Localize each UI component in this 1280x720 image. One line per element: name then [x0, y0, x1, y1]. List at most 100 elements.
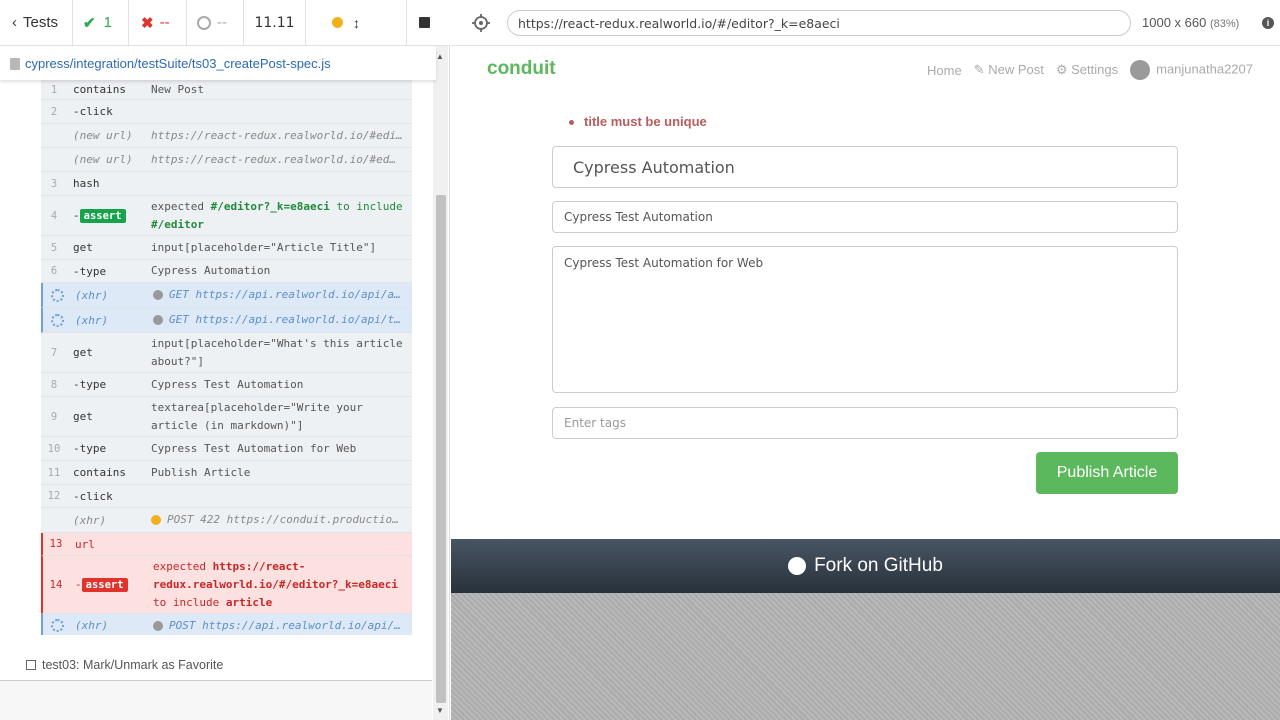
command-message: input[placeholder="Article Title"]	[151, 240, 377, 254]
status-dot-icon	[151, 515, 161, 525]
command-message: expected #/editor?_k=e8aeci to include #…	[151, 198, 406, 234]
nav-home[interactable]: Home	[927, 63, 962, 78]
article-title-input[interactable]: Cypress Automation	[552, 146, 1178, 188]
command-row[interactable]: 6 -type Cypress Automation	[41, 260, 412, 283]
command-message: expected https://react-redux.realworld.i…	[153, 558, 406, 612]
pending-count: --	[187, 0, 244, 46]
status-dot-icon	[153, 290, 163, 300]
xhr-url: POST https://api.realworld.io/api/…	[169, 618, 401, 632]
command-row[interactable]: 4 - assert expected #/editor?_k=e8aeci to…	[41, 196, 412, 236]
command-message: POST https://api.realworld.io/api/…	[153, 617, 401, 635]
command-row[interactable]: 2 -click	[41, 100, 412, 124]
command-name: get	[73, 346, 93, 359]
url-bar[interactable]: https://react-redux.realworld.io/#/edito…	[507, 10, 1131, 36]
command-message: https://react-redux.realworld.io/#ed…	[151, 152, 397, 166]
tags-input[interactable]: Enter tags	[552, 407, 1178, 439]
article-about-input[interactable]: Cypress Test Automation	[552, 201, 1178, 233]
chevron-left-icon: ‹	[12, 14, 17, 31]
command-row[interactable]: 3 hash	[41, 172, 412, 196]
command-number: 12	[47, 490, 61, 502]
command-name: -click	[73, 105, 113, 118]
viewport-background	[451, 593, 1280, 720]
command-message: GET https://api.realworld.io/api/t…	[153, 311, 401, 329]
viewport-size: 1000 x 660	[1142, 15, 1207, 30]
command-name: -type	[73, 378, 107, 391]
fork-on-github-banner[interactable]: Fork on GitHub	[451, 539, 1280, 593]
info-icon[interactable]: i	[1262, 17, 1274, 29]
spec-path[interactable]: cypress/integration/testSuite/ts03_creat…	[0, 47, 436, 80]
command-name: contains	[73, 83, 126, 96]
command-message: https://react-redux.realworld.io/#edi…	[151, 128, 403, 142]
reporter-footer	[0, 680, 432, 720]
scrollbar-thumb[interactable]	[436, 195, 446, 703]
spinner-icon	[51, 313, 64, 327]
nav-settings[interactable]: ⚙ Settings	[1056, 62, 1118, 78]
command-row[interactable]: 7 get input[placeholder="What's this art…	[41, 333, 412, 373]
command-row[interactable]: (xhr) POST https://api.realworld.io/api/…	[41, 614, 412, 635]
command-row[interactable]: 11 contains Publish Article	[41, 461, 412, 485]
scroll-down-icon[interactable]: ▼	[436, 706, 444, 715]
assert-value: article	[225, 595, 273, 609]
command-row[interactable]: 10 -type Cypress Test Automation for Web	[41, 437, 412, 461]
command-row[interactable]: (new url) https://react-redux.realworld.…	[41, 124, 412, 148]
command-number: 3	[50, 177, 58, 190]
test-title: test03: Mark/Unmark as Favorite	[42, 658, 224, 672]
passed-value: 1	[103, 14, 112, 31]
command-row[interactable]: (xhr) GET https://api.realworld.io/api/t…	[41, 308, 412, 333]
scroll-arrows-icon: ↕	[353, 14, 360, 31]
nav-settings-label: Settings	[1071, 62, 1119, 77]
command-row[interactable]: (new url) https://react-redux.realworld.…	[41, 148, 412, 172]
command-name: get	[73, 241, 93, 254]
assert-badge: assert	[79, 208, 126, 223]
command-name: - assert	[75, 577, 128, 592]
scroll-up-icon[interactable]: ▲	[436, 52, 444, 61]
command-number: 2	[50, 105, 58, 118]
command-name: (xhr)	[73, 513, 107, 527]
stop-icon	[419, 17, 430, 28]
selector-playground-icon[interactable]	[471, 13, 491, 33]
xhr-url: POST 422 https://conduit.productio…	[167, 513, 399, 526]
command-row[interactable]: 8 -type Cypress Test Automation	[41, 373, 412, 397]
assert-text: expected	[151, 199, 211, 213]
command-row[interactable]: 1 contains New Post	[41, 80, 412, 100]
avatar	[1130, 60, 1151, 80]
article-body-textarea[interactable]: Cypress Test Automation for Web	[552, 246, 1178, 393]
command-number: 1	[50, 83, 58, 96]
command-message: New Post	[151, 82, 204, 96]
command-row[interactable]: (xhr) POST 422 https://conduit.productio…	[41, 508, 412, 533]
command-number: 10	[47, 442, 61, 455]
stop-button[interactable]	[407, 0, 450, 46]
command-row[interactable]: 12 -click	[41, 485, 412, 508]
gear-icon: ⚙	[1055, 62, 1068, 77]
reporter-panel: ‹ Tests ✔ 1 ✖ -- -- 11.11 ↕ cypress/inte…	[0, 0, 450, 720]
nav-profile[interactable]: manjunatha2207	[1130, 60, 1253, 80]
command-row[interactable]: 14 - assert expected https://react-redux.…	[41, 556, 412, 614]
cross-icon: ✖	[141, 14, 154, 32]
error-message: title must be unique	[569, 114, 707, 129]
viewport-info: 1000 x 660 (83%)	[1142, 15, 1239, 30]
command-name: contains	[73, 466, 126, 479]
command-row[interactable]: (xhr) GET https://api.realworld.io/api/a…	[41, 283, 412, 308]
command-number: 7	[50, 346, 58, 359]
auto-scroll-toggle[interactable]: ↕	[306, 0, 407, 46]
command-number: 4	[50, 209, 58, 222]
tests-button[interactable]: ‹ Tests	[0, 0, 73, 46]
assert-text: expected	[153, 559, 213, 573]
brand-logo[interactable]: conduit	[487, 58, 556, 80]
command-row[interactable]: 13 url	[41, 533, 412, 556]
command-row[interactable]: 5 get input[placeholder="Article Title"]	[41, 236, 412, 260]
command-row[interactable]: 9 get textarea[placeholder="Write your a…	[41, 397, 412, 437]
compose-icon: ✎	[973, 62, 985, 77]
command-message: GET https://api.realworld.io/api/a…	[153, 286, 401, 304]
command-dash: -	[75, 577, 82, 591]
status-dot-icon	[332, 17, 343, 28]
test-item[interactable]: test03: Mark/Unmark as Favorite	[26, 658, 223, 672]
command-number: 13	[49, 538, 63, 550]
github-icon	[788, 557, 807, 575]
command-message: input[placeholder="What's this article a…	[151, 336, 403, 368]
nav-new-post[interactable]: ✎ New Post	[974, 62, 1044, 78]
command-name: -type	[73, 442, 107, 455]
command-message: Cypress Test Automation	[151, 377, 304, 391]
xhr-url: GET https://api.realworld.io/api/a…	[169, 288, 401, 301]
publish-article-button[interactable]: Publish Article	[1036, 452, 1178, 494]
